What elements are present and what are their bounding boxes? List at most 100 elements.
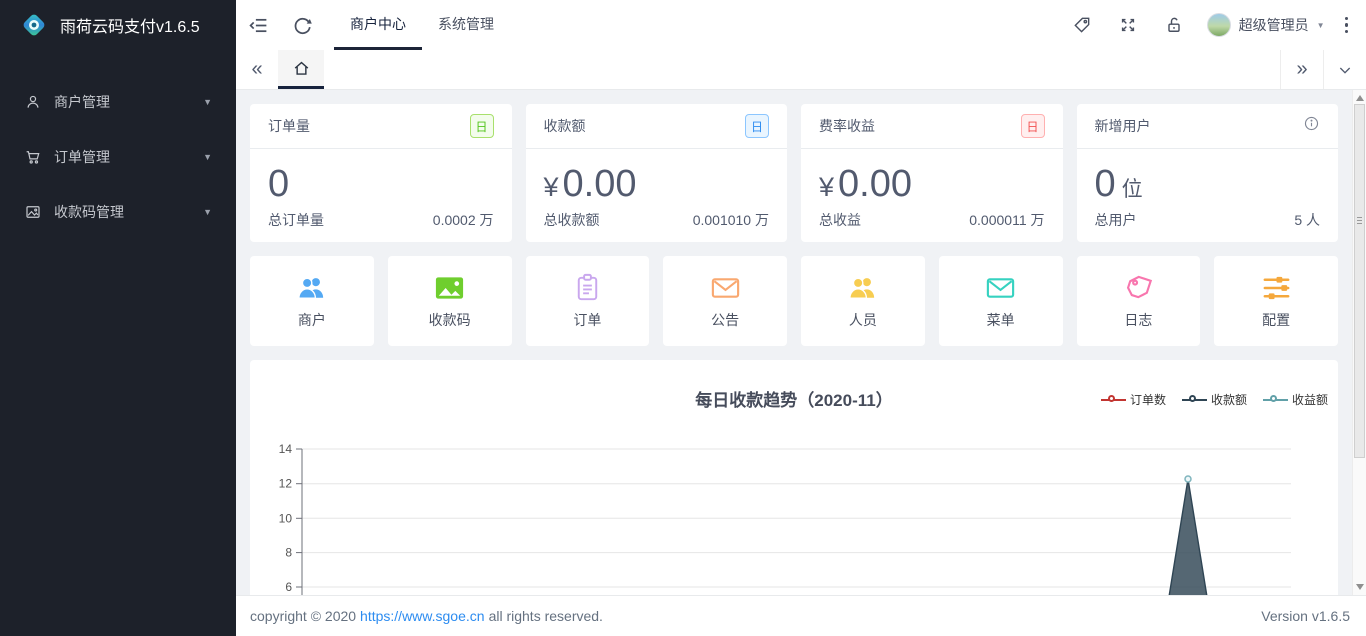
tab-home[interactable] [278,50,324,89]
users-icon [295,273,328,303]
scrollbar-thumb[interactable] [1354,104,1365,458]
chevron-down-icon: ▼ [203,207,212,217]
stat-footer-value: 0.000011 万 [969,210,1044,230]
shortcut-label: 人员 [849,310,877,330]
sidebar: 雨荷云码支付v1.6.5 商户管理 ▼ 订单管理 ▼ [0,0,236,636]
legend-marker [1263,395,1288,405]
user-menu[interactable]: 超级管理员 ▼ [1197,0,1335,50]
header-spacer [510,0,1059,50]
users-icon [846,273,879,303]
refresh-icon[interactable] [280,0,324,50]
shortcut-row: 商户 收款码 订单 公告 人员 [250,256,1338,346]
stat-card-new-users: 新增用户 0位 总用户 5 人 [1077,104,1339,242]
stat-footer-label: 总收益 [819,210,861,230]
vertical-scrollbar[interactable] [1352,90,1366,595]
shortcut-label: 公告 [711,310,739,330]
stat-value: ¥0.00 [801,149,1063,205]
chevron-down-icon[interactable] [1324,50,1366,89]
svg-text:12: 12 [279,477,293,491]
shortcut-menus[interactable]: 菜单 [939,256,1063,346]
stats-row: 订单量 日 0 总订单量 0.0002 万 收款额 日 ¥0.00 总收款额 0… [250,104,1338,242]
stat-footer-value: 0.001010 万 [693,210,769,230]
fullscreen-icon[interactable] [1105,0,1151,50]
mail-icon [984,273,1017,303]
shortcut-label: 商户 [298,310,326,330]
copyright-suffix: all rights reserved. [489,608,603,624]
legend-item-orders[interactable]: 订单数 [1101,391,1166,408]
svg-text:8: 8 [285,546,292,560]
sidebar-item-label: 收款码管理 [54,202,203,222]
pricetag-icon[interactable] [1059,0,1105,50]
shortcut-label: 日志 [1124,310,1152,330]
footer-link[interactable]: https://www.sgoe.cn [360,608,485,624]
app-title: 雨荷云码支付v1.6.5 [60,13,200,37]
home-icon [292,59,311,78]
legend-item-payments[interactable]: 收款额 [1182,391,1247,408]
legend-item-income[interactable]: 收益额 [1263,391,1328,408]
shortcut-merchants[interactable]: 商户 [250,256,374,346]
stat-card-fee-income: 费率收益 日 ¥0.00 总收益 0.000011 万 [801,104,1063,242]
stat-footer-value: 0.0002 万 [433,210,494,230]
shortcut-orders[interactable]: 订单 [526,256,650,346]
day-badge: 日 [1021,114,1045,138]
stat-title: 收款额 [544,116,586,136]
sidebar-menu: 商户管理 ▼ 订单管理 ▼ 收款码管理 ▼ [0,50,236,239]
stat-title: 费率收益 [819,116,875,136]
tab-bar-spacer [324,50,1280,89]
stat-footer-label: 总收款额 [544,210,600,230]
stat-title: 新增用户 [1095,116,1151,136]
version-label: Version v1.6.5 [1261,608,1350,624]
more-vertical-icon[interactable] [1335,17,1366,34]
chevron-down-icon: ▼ [203,97,212,107]
shortcut-label: 订单 [573,310,601,330]
sidebar-item-qrcode-management[interactable]: 收款码管理 ▼ [0,184,236,239]
pricetag-icon [1122,273,1155,303]
stat-value: ¥0.00 [526,149,788,205]
scrollbar-grip [1357,217,1362,224]
info-circle-icon[interactable] [1303,115,1320,137]
day-badge: 日 [470,114,494,138]
svg-text:6: 6 [285,580,292,594]
scroll-down-arrow[interactable] [1356,584,1364,590]
user-name: 超级管理员 [1239,15,1309,35]
app-logo-row: 雨荷云码支付v1.6.5 [0,0,236,50]
stat-title: 订单量 [268,116,310,136]
shortcut-staff[interactable]: 人员 [801,256,925,346]
copyright-text: copyright © 2020 [250,608,356,624]
chevrons-left-icon[interactable]: « [236,50,278,89]
sliders-icon [1260,273,1293,303]
svg-text:14: 14 [279,442,293,456]
stat-value: 0位 [1077,149,1339,205]
stat-footer-label: 总用户 [1095,210,1137,230]
scroll-up-arrow[interactable] [1356,95,1364,101]
legend-marker [1182,395,1207,405]
app-logo-icon [20,11,48,39]
image-icon [24,203,42,221]
trend-chart-plot: 14 12 10 8 6 [250,438,1334,595]
chevrons-right-icon[interactable]: » [1281,50,1323,89]
stat-footer-value: 5 人 [1294,210,1320,230]
sidebar-item-label: 商户管理 [54,92,203,112]
header: 商户中心 系统管理 超级管理员 ▼ [236,0,1366,50]
footer: copyright © 2020 https://www.sgoe.cn all… [236,595,1366,636]
sidebar-item-order-management[interactable]: 订单管理 ▼ [0,129,236,184]
menu-fold-icon[interactable] [236,0,280,50]
shortcut-qrcode[interactable]: 收款码 [388,256,512,346]
stat-card-orders: 订单量 日 0 总订单量 0.0002 万 [250,104,512,242]
unlock-icon[interactable] [1151,0,1197,50]
stat-value: 0 [250,149,512,205]
data-point-marker [1185,476,1191,482]
shortcut-announcements[interactable]: 公告 [663,256,787,346]
image-icon [433,273,466,303]
tab-merchant-center[interactable]: 商户中心 [334,0,422,50]
cart-icon [24,148,42,166]
shortcut-logs[interactable]: 日志 [1077,256,1201,346]
tab-system-management[interactable]: 系统管理 [422,0,510,50]
sidebar-item-merchant-management[interactable]: 商户管理 ▼ [0,74,236,129]
data-spike-area [1168,479,1208,595]
shortcut-settings[interactable]: 配置 [1214,256,1338,346]
stat-card-收款额: 收款额 日 ¥0.00 总收款额 0.001010 万 [526,104,788,242]
header-nav-tabs: 商户中心 系统管理 [334,0,510,50]
mail-icon [709,273,742,303]
main-content: 订单量 日 0 总订单量 0.0002 万 收款额 日 ¥0.00 总收款额 0… [236,90,1352,595]
